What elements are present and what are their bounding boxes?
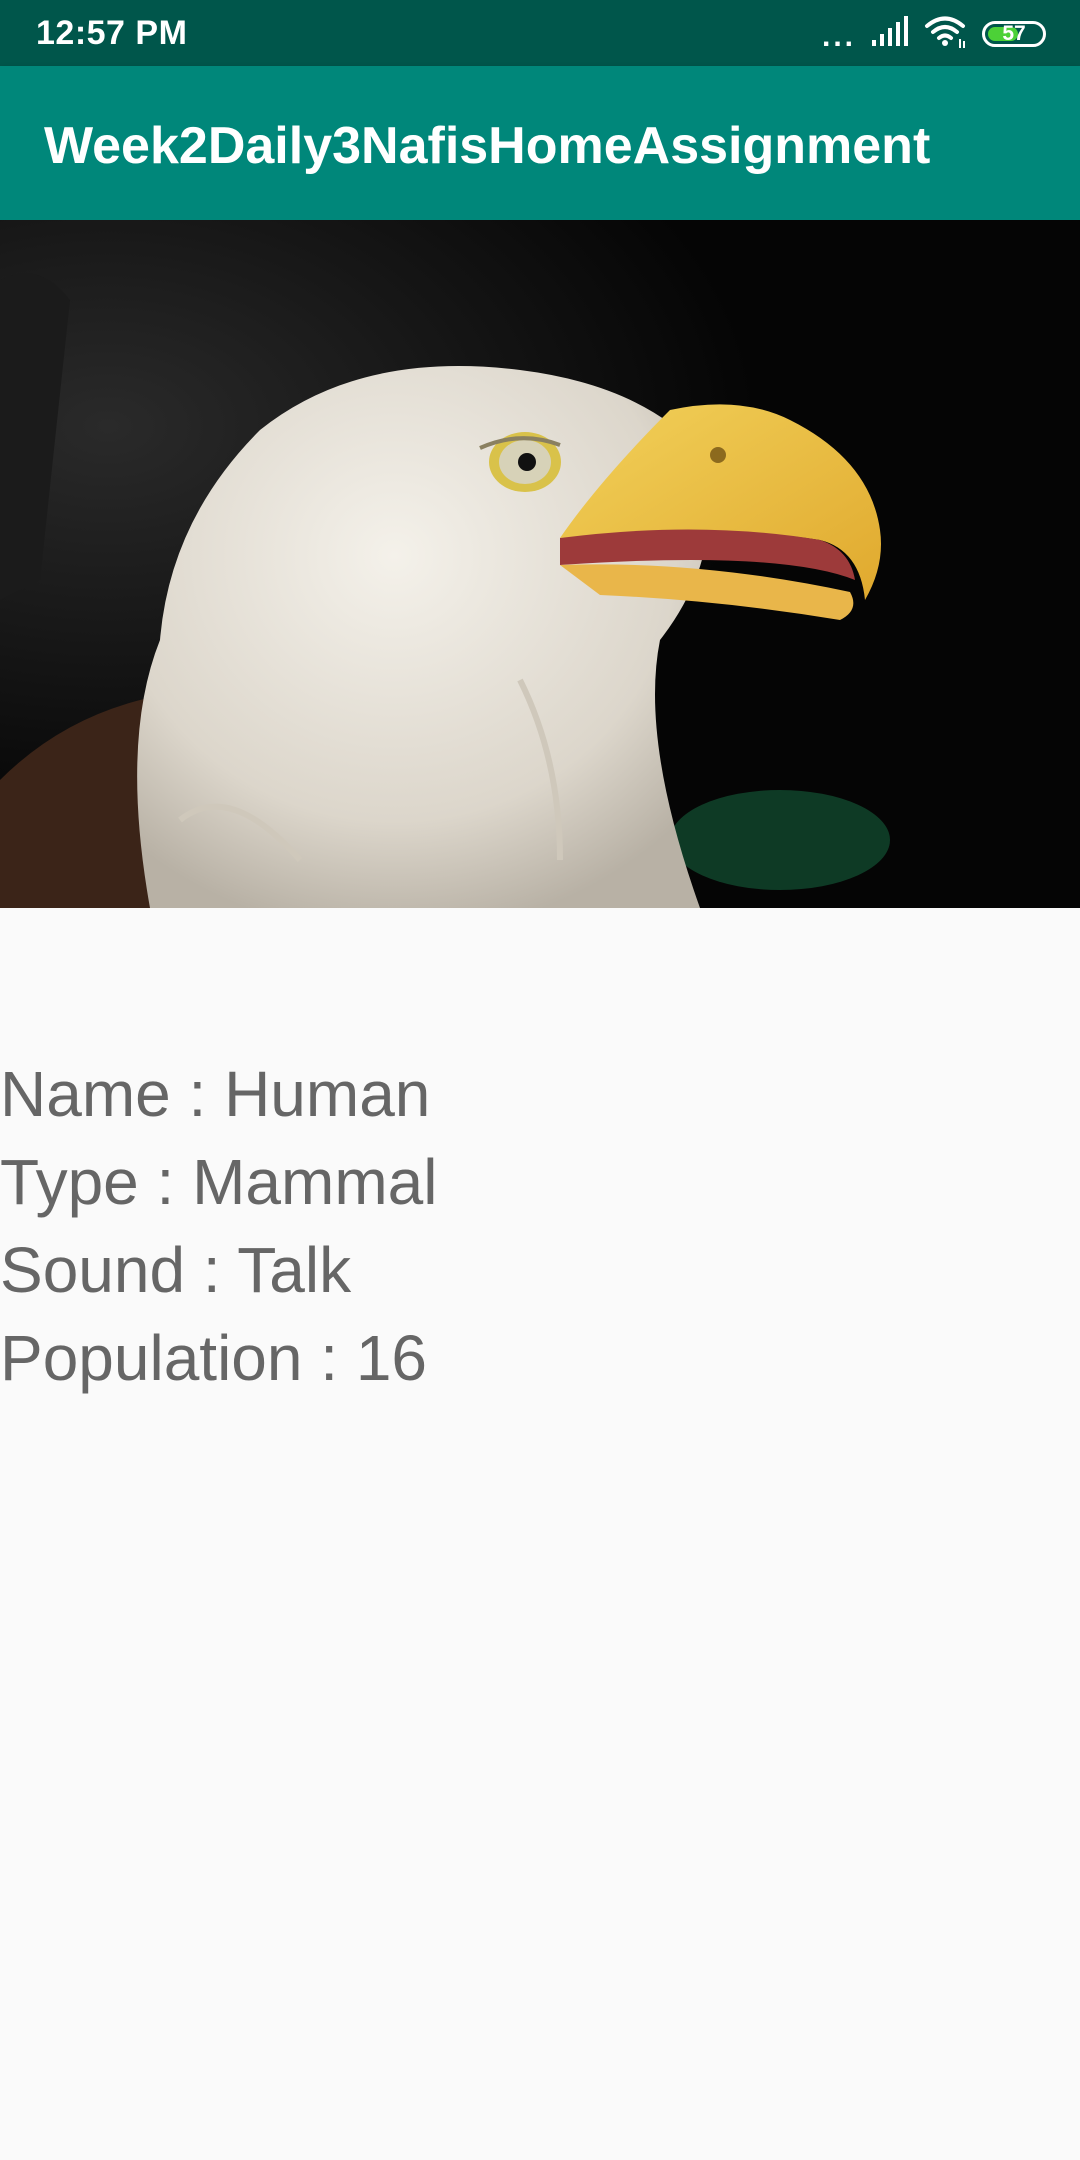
app-title: Week2Daily3NafisHomeAssignment [44, 117, 931, 175]
status-icons: ... 57 [822, 14, 1046, 54]
battery-icon: 57 [982, 21, 1046, 47]
animal-name: Name : Human [0, 1058, 431, 1130]
wifi-icon [924, 15, 968, 54]
status-bar: 12:57 PM ... 57 [0, 0, 1080, 66]
animal-population: Population : 16 [0, 1322, 427, 1394]
animal-image [0, 220, 1080, 908]
status-time: 12:57 PM [36, 14, 188, 52]
animal-type: Type : Mammal [0, 1146, 438, 1218]
animal-sound: Sound : Talk [0, 1234, 352, 1306]
animal-info: Name : Human Type : Mammal Sound : Talk … [0, 1050, 1080, 1402]
signal-icon [870, 15, 910, 53]
overflow-dots: ... [821, 20, 856, 53]
app-bar: Week2Daily3NafisHomeAssignment [0, 66, 1080, 220]
battery-level: 57 [1002, 22, 1026, 45]
